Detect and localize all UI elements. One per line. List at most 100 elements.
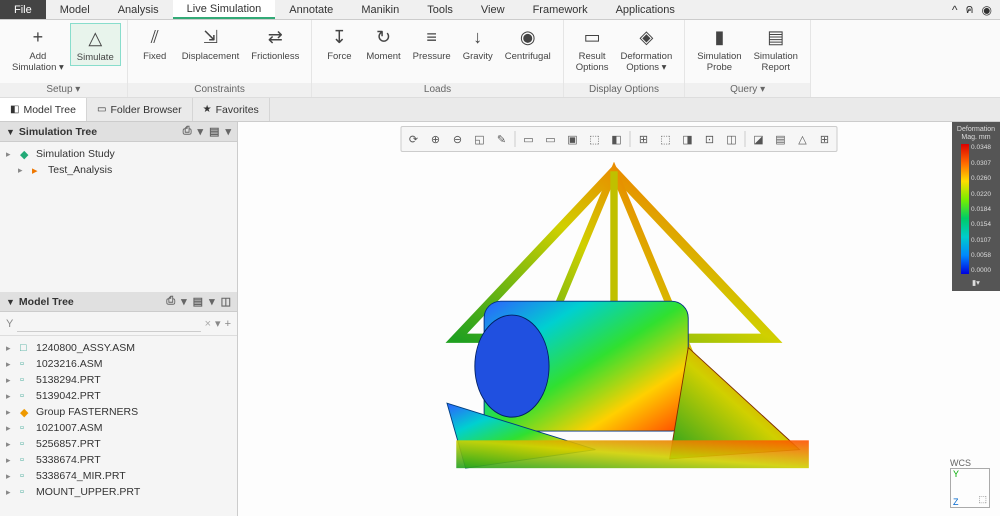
ribbon-frictionless[interactable]: ⇄Frictionless [245,23,305,64]
group-label[interactable]: Display Options [564,83,685,97]
expand-icon[interactable]: ▸ [6,359,16,370]
filter-dropdown-icon[interactable]: ▾ [215,317,221,330]
expand-icon[interactable]: ▸ [6,149,16,160]
menu-analysis[interactable]: Analysis [104,0,173,19]
menu-applications[interactable]: Applications [602,0,689,19]
tree-item[interactable]: ▸▫5338674_MIR.PRT [6,468,231,484]
menu-manikin[interactable]: Manikin [347,0,413,19]
menu-annotate[interactable]: Annotate [275,0,347,19]
canvas-tool-6[interactable]: ▭ [541,129,561,149]
node-icon: ▫ [20,422,32,434]
clear-filter-icon[interactable]: × [205,318,211,330]
ribbon-gravity[interactable]: ↓Gravity [457,23,499,64]
sim-tree-header[interactable]: ▼ Simulation Tree ⎙ ▾ ▤ ▾ [0,122,237,142]
canvas-tool-0[interactable]: ⟳ [404,129,424,149]
expand-icon[interactable]: ▸ [6,471,16,482]
panel-tool-icon[interactable]: ◫ [221,295,231,308]
group-label[interactable]: Loads [312,83,562,97]
ribbon-disp[interactable]: ⇲Displacement [176,23,246,64]
canvas-tool-11[interactable]: ⬚ [656,129,676,149]
expand-icon[interactable]: ▸ [18,165,28,176]
tab-favorites[interactable]: ★Favorites [193,98,270,121]
expand-icon[interactable]: ▸ [6,407,16,418]
panel-tool-icon[interactable]: ⎙ [183,125,192,138]
canvas-tool-2[interactable]: ⊖ [448,129,468,149]
expand-icon[interactable]: ▸ [6,343,16,354]
menu-framework[interactable]: Framework [519,0,602,19]
expand-icon[interactable]: ▸ [6,455,16,466]
ribbon-sim-report[interactable]: ▤SimulationReport [748,23,804,75]
menu-model[interactable]: Model [46,0,104,19]
canvas-tool-4[interactable]: ✎ [492,129,512,149]
tree-item[interactable]: ▸▫1023216.ASM [6,356,231,372]
ribbon-result-opts[interactable]: ▭ResultOptions [570,23,615,75]
window-control-icon[interactable]: ◉ [982,3,992,17]
menu-file[interactable]: File [0,0,46,19]
ribbon-fixed[interactable]: ⫽Fixed [134,23,176,64]
panel-tool-icon[interactable]: ▤ [193,295,203,308]
group-label[interactable]: Constraints [128,83,312,97]
canvas-tool-10[interactable]: ⊞ [634,129,654,149]
canvas-tool-8[interactable]: ⬚ [585,129,605,149]
ribbon-add-sim[interactable]: +AddSimulation ▾ [6,23,70,75]
tree-item[interactable]: ▸▫MOUNT_UPPER.PRT [6,484,231,500]
tree-item[interactable]: ▸▫5256857.PRT [6,436,231,452]
menu-live-simulation[interactable]: Live Simulation [173,0,276,19]
ribbon-force[interactable]: ↧Force [318,23,360,64]
canvas-tool-17[interactable]: △ [793,129,813,149]
menu-view[interactable]: View [467,0,519,19]
group-label[interactable]: Setup ▾ [0,83,127,97]
add-icon[interactable]: + [225,318,231,330]
window-control-icon[interactable]: ^ [952,3,958,17]
canvas-tool-9[interactable]: ◧ [607,129,627,149]
expand-icon[interactable]: ▸ [6,391,16,402]
model-tree-header[interactable]: ▼ Model Tree ⎙ ▾ ▤ ▾ ◫ [0,292,237,312]
panel-tool-icon[interactable]: ⎙ [166,295,175,308]
panel-tool-icon[interactable]: ▾ [181,295,187,308]
canvas-area[interactable]: ⟳⊕⊖◱✎▭▭▣⬚◧⊞⬚◨⊡◫◪▤△⊞ [238,122,1000,516]
tree-item[interactable]: ▸▫5338674.PRT [6,452,231,468]
ribbon-pressure[interactable]: ≡Pressure [407,23,457,64]
canvas-tool-16[interactable]: ▤ [771,129,791,149]
canvas-tool-7[interactable]: ▣ [563,129,583,149]
model-view[interactable] [328,162,900,496]
expand-icon[interactable]: ▸ [6,439,16,450]
canvas-tool-12[interactable]: ◨ [678,129,698,149]
wcs-indicator[interactable]: WCS Y Z ⬚ [950,458,990,508]
canvas-tool-13[interactable]: ⊡ [700,129,720,149]
menu-tools[interactable]: Tools [413,0,467,19]
canvas-tool-3[interactable]: ◱ [470,129,490,149]
legend-footer-icon[interactable]: ▮▾ [954,278,998,287]
panel-tool-icon[interactable]: ▾ [209,295,215,308]
tree-item[interactable]: ▸◆Group FASTERNERS [6,404,231,420]
group-label[interactable]: Query ▾ [685,83,810,97]
panel-tool-icon[interactable]: ▤ [209,125,219,138]
canvas-tool-15[interactable]: ◪ [749,129,769,149]
tree-item[interactable]: ▸□1240800_ASSY.ASM [6,340,231,356]
expand-icon[interactable]: ▸ [6,375,16,386]
expand-icon[interactable]: ▸ [6,487,16,498]
filter-input[interactable] [17,315,200,332]
window-control-icon[interactable]: ค [965,0,973,19]
expand-icon[interactable]: ▸ [6,423,16,434]
ribbon-sim-probe[interactable]: ▮SimulationProbe [691,23,747,75]
canvas-tool-14[interactable]: ◫ [722,129,742,149]
ribbon-simulate[interactable]: △Simulate [70,23,121,66]
tree-item[interactable]: ▸▫1021007.ASM [6,420,231,436]
tab-model-tree[interactable]: ◧Model Tree [0,98,87,121]
ribbon-deform-opts[interactable]: ◈DeformationOptions ▾ [614,23,678,75]
tree-item[interactable]: ▸▫5138294.PRT [6,372,231,388]
panel-tool-icon[interactable]: ▾ [198,125,204,138]
canvas-tool-1[interactable]: ⊕ [426,129,446,149]
tab-folder-browser[interactable]: ▭Folder Browser [87,98,193,121]
sim-report-label: SimulationReport [754,51,798,73]
tree-item[interactable]: ▸▸Test_Analysis [6,162,231,178]
tree-item[interactable]: ▸▫5139042.PRT [6,388,231,404]
ribbon-centrifugal[interactable]: ◉Centrifugal [499,23,557,64]
ribbon-moment[interactable]: ↻Moment [360,23,406,64]
canvas-tool-5[interactable]: ▭ [519,129,539,149]
canvas-tool-18[interactable]: ⊞ [815,129,835,149]
filter-icon[interactable]: Y [6,318,13,330]
tree-item[interactable]: ▸◆Simulation Study [6,146,231,162]
panel-tool-icon[interactable]: ▾ [225,125,231,138]
